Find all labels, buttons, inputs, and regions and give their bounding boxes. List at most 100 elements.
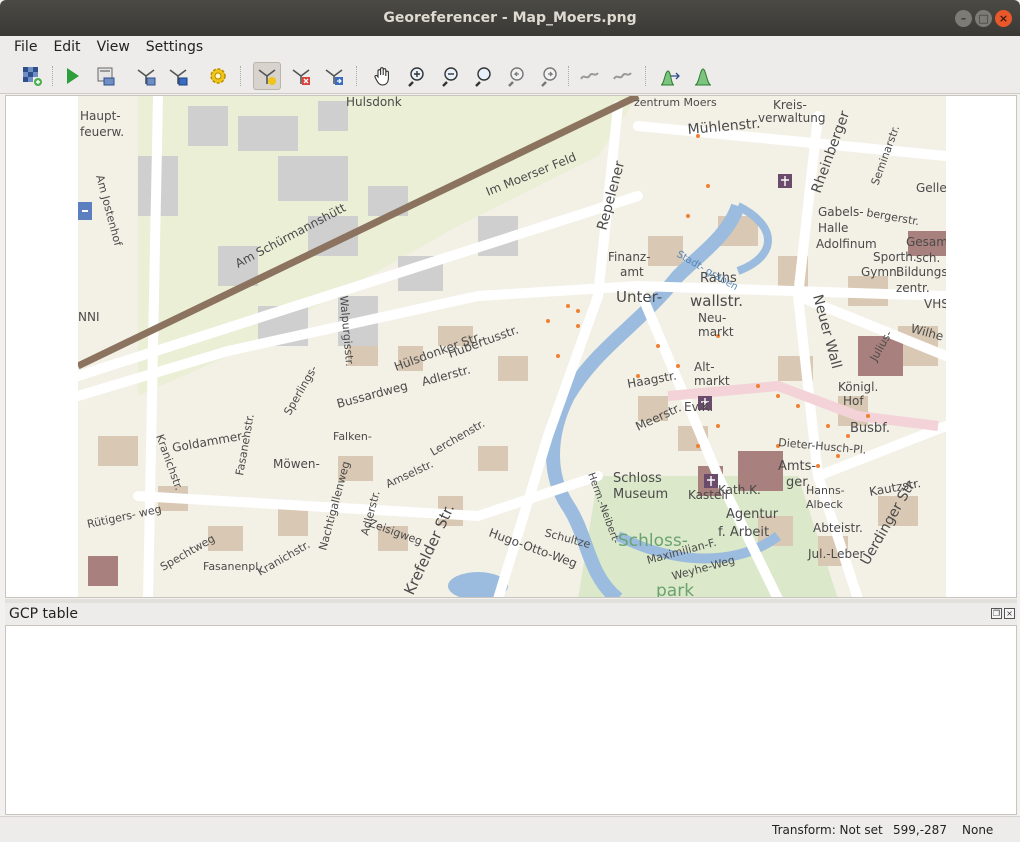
zoom-in-icon — [408, 67, 424, 87]
link-georeferencer-button[interactable] — [575, 62, 603, 90]
save-gcp-points-button[interactable] — [164, 62, 192, 90]
window-controls: – □ × — [955, 10, 1012, 27]
map-label: Alt- — [694, 360, 715, 374]
zoom-in-button[interactable] — [402, 62, 430, 90]
menu-settings[interactable]: Settings — [138, 39, 211, 55]
map-label: Fasanenpl. — [203, 560, 262, 573]
map-label: Abteistr. — [813, 521, 863, 535]
map-label: Gesam — [906, 235, 946, 249]
map-label: zentrum Moers — [634, 96, 717, 109]
toolbar-separator — [568, 66, 570, 86]
dock-controls: ❐ × — [991, 608, 1015, 619]
minimize-button[interactable]: – — [955, 10, 972, 27]
map-label: Adolfinum — [816, 237, 877, 251]
map-label: Hof — [843, 394, 864, 408]
map-label: Sporth. — [873, 250, 917, 264]
transformation-settings-button[interactable] — [204, 62, 232, 90]
link-georeferencer-icon — [580, 72, 599, 80]
zoom-last-button[interactable] — [502, 62, 530, 90]
transform-status: Transform: Not set — [772, 823, 883, 837]
map-label: Ev.K. — [684, 400, 713, 414]
pan-button[interactable] — [369, 62, 397, 90]
pan-hand-icon — [374, 67, 389, 86]
link-qgis-icon — [613, 72, 632, 80]
crs-status: None — [962, 823, 994, 837]
window-title: Georeferencer - Map_Moers.png — [383, 10, 637, 26]
status-bar: Transform: Not set 599,-287 None — [0, 816, 1020, 842]
map-label: markt — [698, 325, 734, 339]
map-label: Schloss — [613, 471, 662, 486]
map-label: markt — [694, 374, 730, 388]
zoom-to-layer-button[interactable] — [469, 62, 497, 90]
map-label: VHS — [924, 297, 946, 311]
local-histogram-stretch-button[interactable] — [689, 62, 717, 90]
menu-file[interactable]: File — [6, 39, 45, 55]
menu-edit[interactable]: Edit — [45, 39, 88, 55]
map-label: Möwen- — [273, 457, 320, 471]
georeferencer-window: Georeferencer - Map_Moers.png – □ × File… — [0, 0, 1020, 842]
maximize-button[interactable]: □ — [975, 10, 992, 27]
map-label: Amts- — [778, 459, 816, 474]
zoom-out-button[interactable] — [436, 62, 464, 90]
start-georeferencing-button[interactable] — [58, 62, 86, 90]
gear-icon — [210, 68, 226, 84]
map-label: Albeck — [806, 498, 843, 511]
map-canvas[interactable]: Hulsdonk zentrum Moers Kreis- verwaltung… — [5, 95, 1017, 598]
raster-map-image[interactable]: Hulsdonk zentrum Moers Kreis- verwaltung… — [78, 96, 946, 598]
map-label: Jul.-Leber — [807, 547, 864, 561]
close-button[interactable]: × — [995, 10, 1012, 27]
toolbar-separator — [645, 66, 647, 86]
map-label: Falken- — [333, 430, 372, 443]
map-label: Kath.K. — [718, 483, 761, 497]
map-label: Gelle — [916, 181, 946, 195]
map-label: verwaltung — [758, 111, 825, 125]
gcp-panel-title: GCP table — [9, 606, 78, 622]
map-label: f. Arbeit — [718, 525, 769, 540]
map-label: Hulsdonk — [346, 96, 402, 109]
zoom-out-icon — [442, 67, 458, 87]
map-label: Gabels- — [818, 205, 864, 219]
load-gcp-points-icon — [137, 69, 156, 86]
gcp-table[interactable] — [5, 625, 1017, 815]
coordinate-display: 599,-287 — [893, 823, 947, 837]
save-gcp-points-icon — [169, 69, 188, 86]
generate-gdal-script-button[interactable] — [92, 62, 120, 90]
move-gcp-point-button[interactable] — [320, 62, 348, 90]
add-point-button[interactable] — [253, 62, 281, 90]
delete-point-button[interactable] — [287, 62, 315, 90]
zoom-next-button[interactable] — [535, 62, 563, 90]
map-label: Hanns- — [806, 484, 845, 497]
map-label: Kreis- — [773, 98, 807, 112]
title-bar: Georeferencer - Map_Moers.png – □ × — [0, 0, 1020, 36]
menu-bar: File Edit View Settings — [0, 36, 1020, 58]
open-raster-icon — [23, 67, 42, 86]
map-label: Gymn. — [861, 265, 901, 279]
start-georeferencing-icon — [67, 68, 79, 84]
map-label: Bildungs — [896, 265, 946, 279]
zoom-last-icon — [508, 67, 524, 87]
full-histogram-stretch-button[interactable] — [656, 62, 684, 90]
map-label: sch. — [916, 251, 940, 265]
link-qgis-button[interactable] — [608, 62, 636, 90]
map-label: amt — [620, 265, 644, 279]
toolbar-separator — [52, 66, 54, 86]
map-label: Unter- — [616, 288, 662, 306]
zoom-next-icon — [541, 67, 557, 87]
load-gcp-points-button[interactable] — [132, 62, 160, 90]
histogram-stretch-icon — [660, 70, 680, 86]
menu-view[interactable]: View — [89, 39, 138, 55]
open-raster-button[interactable] — [18, 62, 46, 90]
delete-point-icon — [292, 69, 310, 85]
toolbar — [0, 58, 1020, 94]
gcp-panel-header: GCP table ❐ × — [5, 603, 1017, 625]
map-label: park — [656, 581, 694, 598]
close-panel-button[interactable]: × — [1004, 608, 1015, 619]
map-label: feuerw. — [80, 125, 124, 139]
map-label: wallstr. — [690, 292, 743, 310]
float-panel-button[interactable]: ❐ — [991, 608, 1002, 619]
generate-gdal-script-icon — [97, 67, 115, 86]
map-label: Agentur — [726, 507, 779, 522]
map-label: Museum — [613, 487, 668, 502]
map-label: Königl. — [838, 380, 878, 394]
map-label: Finanz- — [608, 250, 651, 264]
